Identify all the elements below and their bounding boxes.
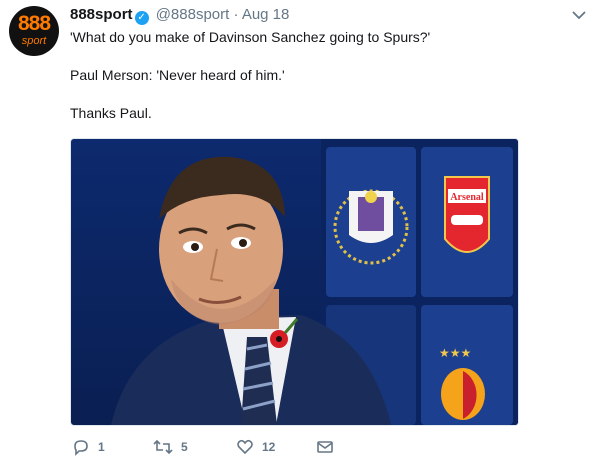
reply-icon	[74, 440, 88, 456]
header-separator: ·	[233, 6, 239, 23]
like-button[interactable]: 12	[236, 437, 275, 457]
avatar[interactable]: 888 sport	[9, 6, 59, 56]
retweet-button[interactable]: 5	[153, 437, 188, 457]
tweet-card[interactable]: 888 sport 888sport ✓ @888sport · Aug 18 '…	[0, 0, 600, 462]
arsenal-crest-icon: Arsenal	[444, 176, 490, 253]
heart-icon	[237, 439, 253, 455]
tweet-line: 'What do you make of Davinson Sanchez go…	[70, 29, 431, 45]
retweet-count: 5	[181, 440, 188, 454]
tweet-line: Paul Merson: 'Never heard of him.'	[70, 67, 285, 83]
chevron-down-icon[interactable]	[572, 10, 586, 20]
tweet-date[interactable]: Aug 18	[242, 6, 290, 23]
direct-message-button[interactable]	[316, 437, 334, 457]
svg-text:★★★: ★★★	[439, 346, 471, 360]
media-illustration: Arsenal ★★★	[111, 139, 518, 425]
arsenal-crest-text: Arsenal	[450, 192, 484, 203]
retweet-icon	[153, 439, 173, 455]
tweet-text: 'What do you make of Davinson Sanchez go…	[70, 28, 570, 123]
tweet-line: Thanks Paul.	[70, 105, 152, 121]
tweet-media-image[interactable]: Arsenal ★★★	[70, 138, 519, 426]
reply-count: 1	[98, 440, 105, 454]
reply-button[interactable]: 1	[72, 437, 105, 457]
tweet-header: 888sport ✓ @888sport · Aug 18	[70, 6, 289, 25]
verified-badge-icon: ✓	[134, 11, 149, 25]
envelope-icon	[317, 441, 333, 453]
avatar-logo-text: sport	[21, 35, 47, 47]
account-name[interactable]: 888sport	[70, 6, 133, 23]
avatar-logo-number: 888	[17, 12, 51, 35]
like-count: 12	[262, 440, 276, 454]
account-handle[interactable]: @888sport	[156, 6, 230, 23]
